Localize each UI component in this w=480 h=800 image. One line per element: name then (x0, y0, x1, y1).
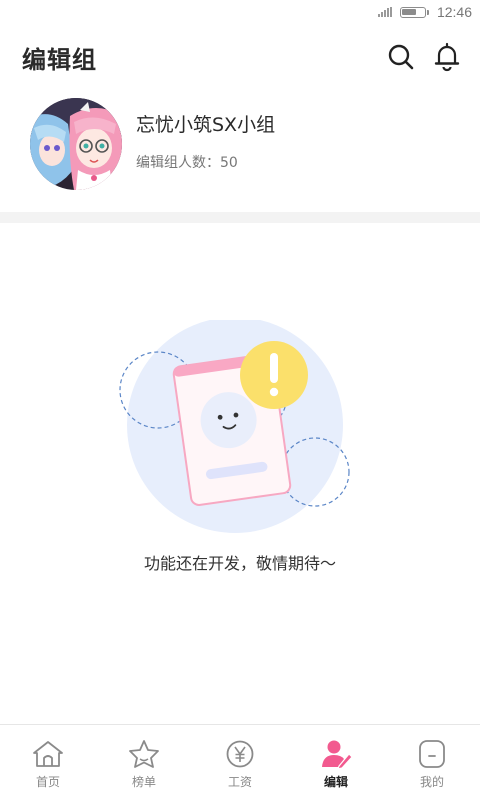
battery-icon (399, 6, 426, 18)
status-time: 12:46 (436, 4, 472, 20)
tab-ranking-label: 榜单 (131, 775, 156, 789)
under-construction-image (119, 317, 350, 533)
signal-icon (377, 7, 392, 17)
group-card[interactable]: 忘忧小筑SX小组 编辑组人数：50 (0, 90, 480, 212)
search-icon (388, 44, 414, 70)
header: 编辑组 (0, 24, 480, 90)
tab-home-label: 首页 (35, 775, 60, 789)
tab-salary[interactable]: 工资 (192, 725, 288, 800)
anime-avatar-image (30, 98, 122, 190)
empty-state-message: 功能还在开发，敬情期待～ (143, 554, 336, 573)
tab-profile-label: 我的 (419, 775, 444, 789)
page-title: 编辑组 (22, 46, 97, 74)
empty-state-illustration (110, 317, 370, 540)
notification-button[interactable] (432, 42, 462, 72)
tab-editor-label: 编辑 (323, 775, 348, 789)
home-icon (33, 741, 63, 767)
group-name: 忘忧小筑SX小组 (136, 114, 276, 136)
status-bar: 12:46 (0, 0, 480, 24)
tab-salary-label: 工资 (227, 775, 252, 789)
member-count-label: 编辑组人数： (136, 155, 220, 171)
bottom-tab-bar: 首页 榜单 工资 编辑 我的 (0, 724, 480, 800)
search-button[interactable] (386, 42, 416, 72)
member-count-line: 编辑组人数：50 (136, 152, 238, 172)
tab-profile[interactable]: 我的 (384, 725, 480, 800)
tab-home[interactable]: 首页 (0, 725, 96, 800)
member-count-value: 50 (220, 155, 238, 171)
section-divider (0, 212, 480, 223)
group-avatar (30, 98, 122, 190)
profile-icon (419, 740, 445, 768)
bell-icon (434, 42, 460, 72)
tab-ranking[interactable]: 榜单 (96, 725, 192, 800)
tab-editor[interactable]: 编辑 (288, 725, 384, 800)
star-icon (129, 740, 159, 768)
editor-icon (322, 740, 353, 769)
yen-icon (226, 740, 254, 768)
